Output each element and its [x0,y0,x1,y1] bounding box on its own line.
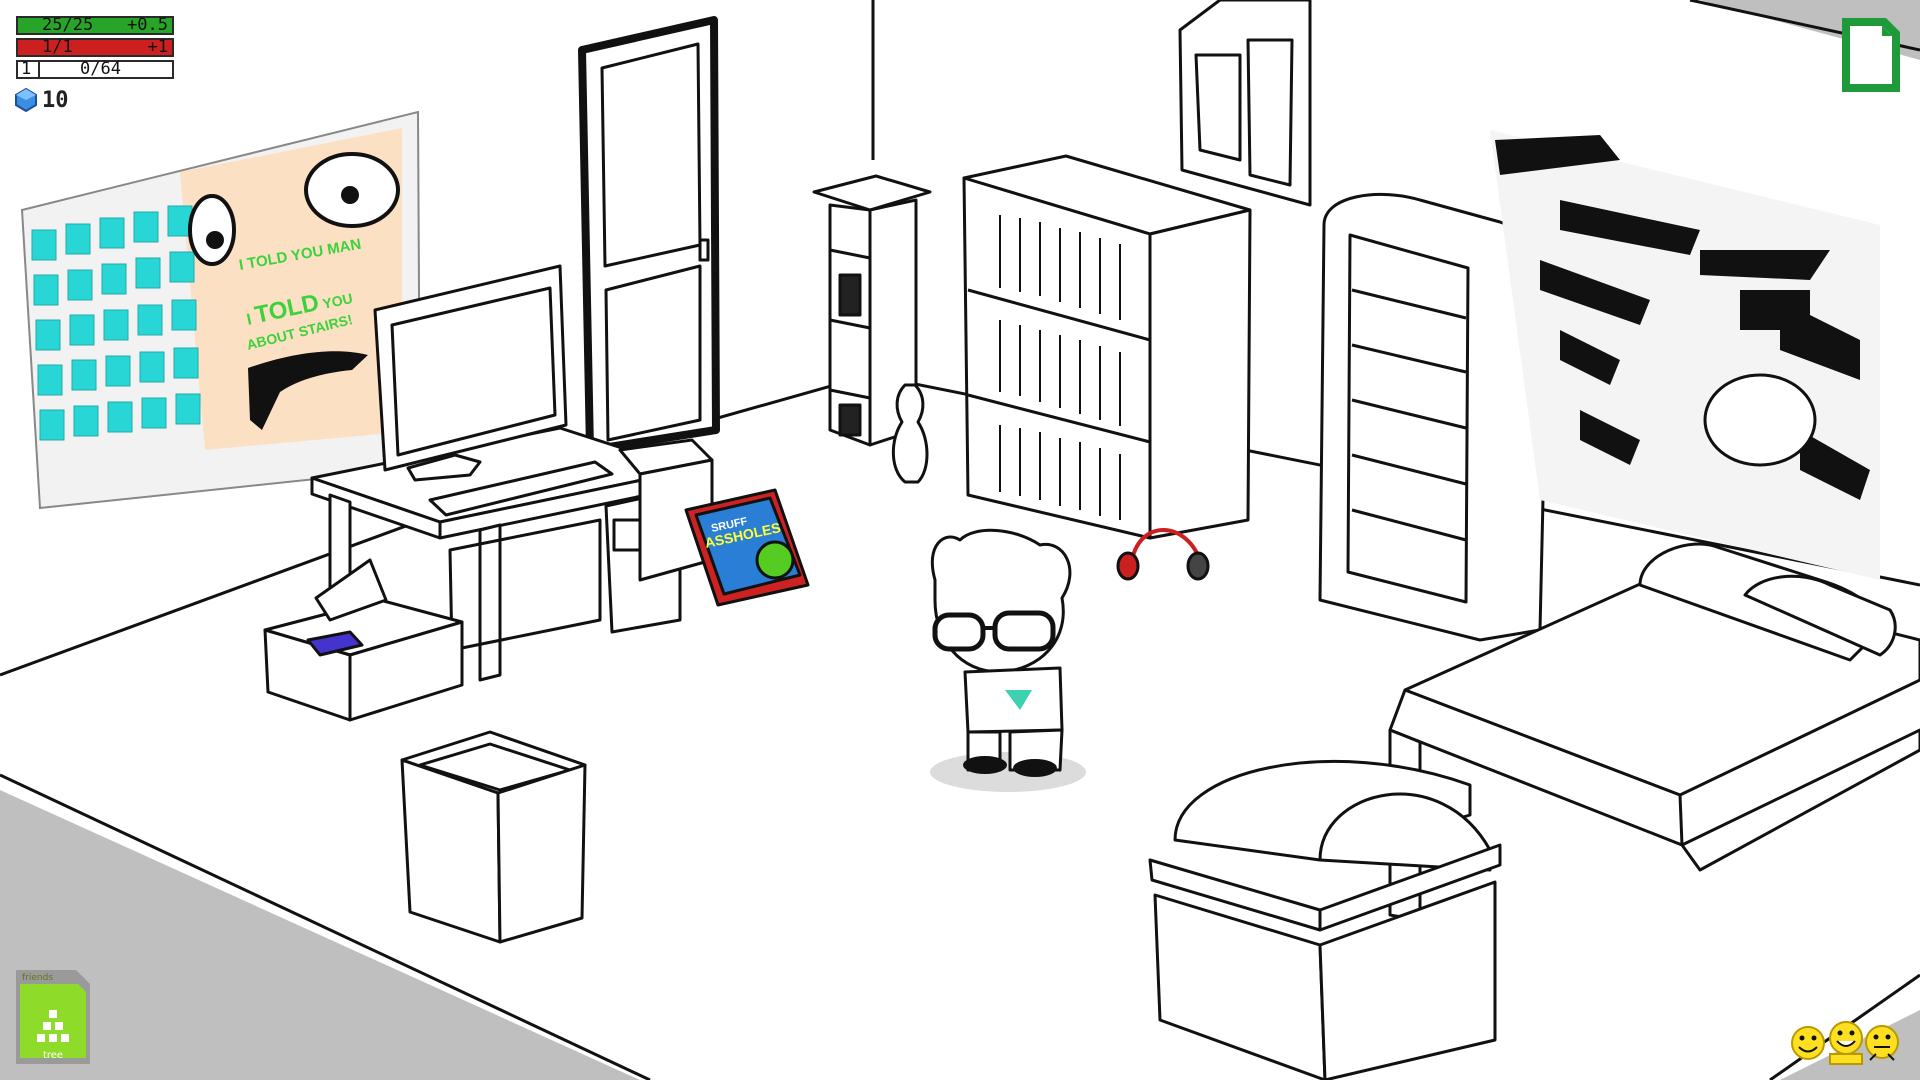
grist-count: 10 [42,87,69,113]
aspect-vial: 1/1 +1 [16,38,174,57]
printer[interactable] [263,558,464,722]
experience-bar: 1 0/64 [16,60,174,79]
health-value: 25/25 [42,15,94,35]
experience-value: 0/64 [80,59,121,79]
bowling-pin[interactable] [891,383,929,484]
comic-poster[interactable] [1490,130,1880,580]
smiley-icon [1791,1026,1825,1060]
smiley-icon [1865,1025,1899,1061]
door[interactable] [578,16,720,454]
aspect-regen-rate: +1 [147,37,168,57]
aspect-value: 1/1 [42,37,73,57]
smiley-icon [1829,1021,1863,1065]
bedroom-scene: I TOLD YOU MAN I TOLD YOU ABOUT STAIRS! [0,0,1920,1080]
build-grist-icon [15,88,37,112]
file-menu-icon[interactable] [1838,14,1904,96]
player-character[interactable] [930,528,1086,792]
headphones[interactable] [1116,528,1210,581]
family-tree-button[interactable]: friends tree [16,970,90,1064]
bookcase[interactable] [962,154,1252,540]
stairs-poster[interactable]: I TOLD YOU MAN I TOLD YOU ABOUT STAIRS! [20,110,422,510]
window[interactable] [1178,0,1312,207]
storage-chest[interactable] [1148,760,1502,1080]
health-vial: 25/25 +0.5 [16,16,174,35]
chum-faces-button[interactable] [1790,1016,1902,1066]
echeladder-level: 1 [21,59,32,79]
tree-bottom-label: tree [42,1050,64,1061]
trash-can[interactable] [400,730,587,944]
tree-top-label: friends [22,973,54,983]
grist-counter: 10 [14,87,69,113]
assholes-book[interactable] [684,488,810,607]
level-divider [38,62,40,77]
health-regen-rate: +0.5 [127,15,168,35]
